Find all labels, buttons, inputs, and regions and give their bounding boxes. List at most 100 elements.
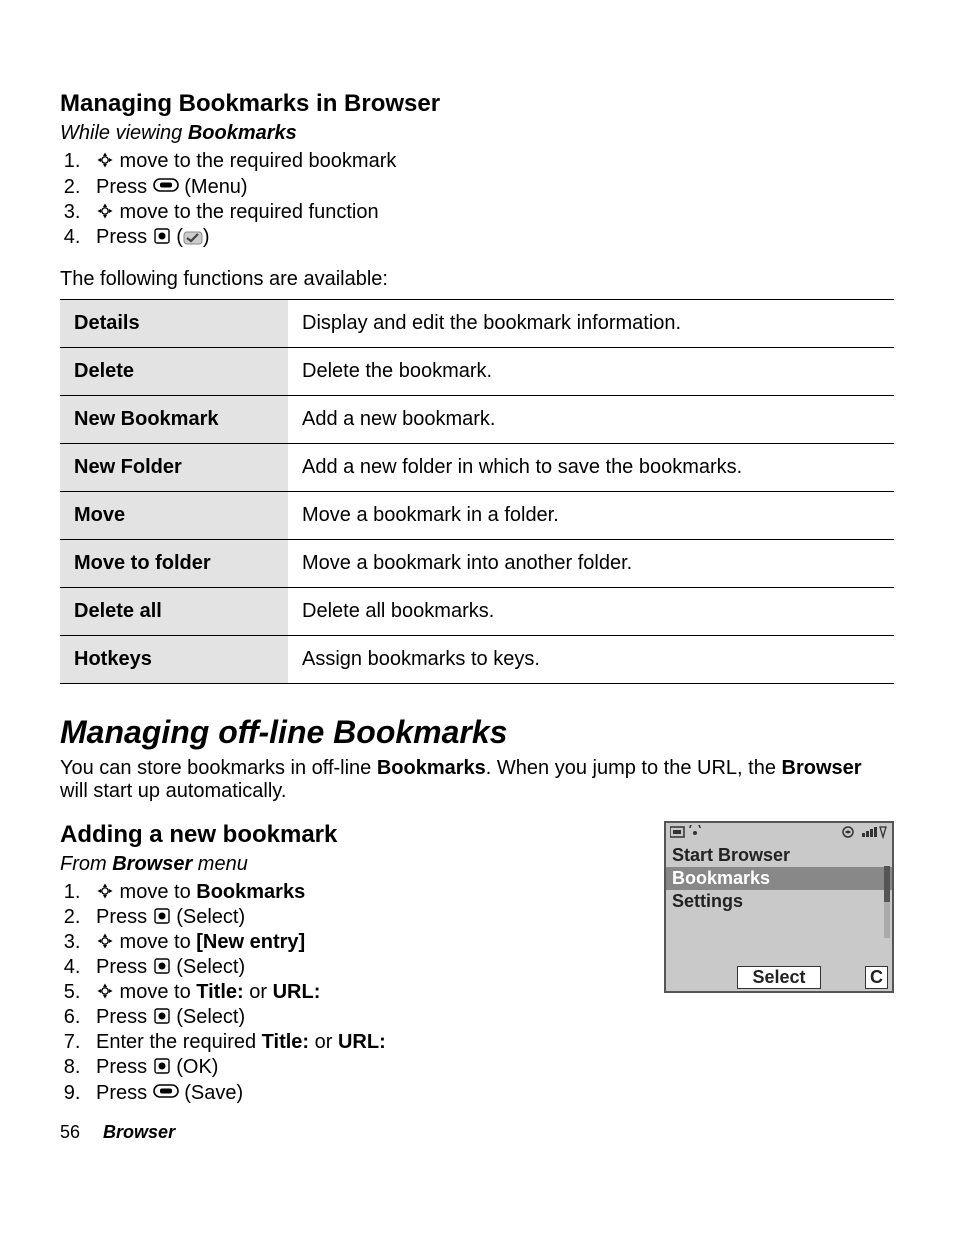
center-key-icon <box>153 907 171 925</box>
function-desc: Assign bookmarks to keys. <box>288 636 894 684</box>
text: Press <box>96 226 153 248</box>
text: (OK) <box>171 1056 219 1078</box>
text: move to <box>114 981 196 1003</box>
softkey-bar: Select C <box>666 964 892 991</box>
text: move to the required bookmark <box>114 150 396 172</box>
center-key-icon <box>153 227 171 245</box>
text-bold: [New entry] <box>196 931 305 953</box>
step: Press (Save) <box>86 1080 634 1106</box>
text: will start up automatically. <box>60 780 286 802</box>
step: move to Bookmarks <box>86 880 634 905</box>
function-name: New Folder <box>60 444 288 492</box>
phone-menu-item: Settings <box>666 890 892 913</box>
function-name: Move <box>60 492 288 540</box>
nav-icon <box>96 151 114 169</box>
text: (Menu) <box>179 176 248 198</box>
phone-menu-item: Bookmarks <box>666 867 892 890</box>
function-desc: Move a bookmark into another folder. <box>288 540 894 588</box>
softkey-c: C <box>865 966 888 989</box>
nav-icon <box>96 932 114 950</box>
nav-icon <box>96 882 114 900</box>
text: While viewing <box>60 122 188 144</box>
text-bold: Browser <box>112 853 192 875</box>
function-desc: Delete all bookmarks. <box>288 588 894 636</box>
nav-icon <box>96 982 114 1000</box>
text: move to <box>114 931 196 953</box>
function-desc: Add a new bookmark. <box>288 396 894 444</box>
function-desc: Add a new folder in which to save the bo… <box>288 444 894 492</box>
menu-key-icon <box>153 1081 179 1101</box>
center-key-icon <box>153 957 171 975</box>
step: Press (Select) <box>86 905 634 930</box>
text: . When you jump to the URL, the <box>486 757 782 779</box>
text-bold: Bookmarks <box>196 881 305 903</box>
table-row: Delete allDelete all bookmarks. <box>60 588 894 636</box>
functions-intro: The following functions are available: <box>60 268 894 291</box>
function-name: Hotkeys <box>60 636 288 684</box>
page-footer: 56 Browser <box>60 1122 894 1143</box>
table-row: HotkeysAssign bookmarks to keys. <box>60 636 894 684</box>
text: Press <box>96 1056 153 1078</box>
text-bold: Bookmarks <box>188 122 297 144</box>
text: (Select) <box>171 1006 245 1028</box>
function-name: Delete all <box>60 588 288 636</box>
text-bold: URL: <box>273 981 321 1003</box>
footer-section: Browser <box>103 1122 175 1142</box>
function-name: New Bookmark <box>60 396 288 444</box>
table-row: Move to folderMove a bookmark into anoth… <box>60 540 894 588</box>
text: Press <box>96 1006 153 1028</box>
softkey-select: Select <box>737 966 820 989</box>
status-left-icons <box>670 825 706 842</box>
function-name: Details <box>60 300 288 348</box>
text: Press <box>96 176 153 198</box>
text: or <box>244 981 273 1003</box>
text: move to the required function <box>114 201 379 223</box>
step: move to [New entry] <box>86 930 634 955</box>
nav-icon <box>96 202 114 220</box>
heading-managing-bookmarks-in-browser: Managing Bookmarks in Browser <box>60 90 894 118</box>
step: move to the required function <box>86 200 894 225</box>
text: Press <box>96 1082 153 1104</box>
table-row: MoveMove a bookmark in a folder. <box>60 492 894 540</box>
scrollbar <box>884 866 890 938</box>
center-key-icon <box>153 1007 171 1025</box>
function-desc: Delete the bookmark. <box>288 348 894 396</box>
steps-list-1: move to the required bookmark Press (Men… <box>60 149 894 250</box>
table-row: New BookmarkAdd a new bookmark. <box>60 396 894 444</box>
text-bold: Bookmarks <box>377 757 486 779</box>
text: Press <box>96 956 153 978</box>
text-bold: Title: <box>196 981 243 1003</box>
status-right-icons <box>840 825 888 842</box>
text: (Select) <box>171 956 245 978</box>
function-name: Delete <box>60 348 288 396</box>
center-key-icon <box>153 1057 171 1075</box>
subhead-while-viewing-bookmarks: While viewing Bookmarks <box>60 122 894 145</box>
functions-table: DetailsDisplay and edit the bookmark inf… <box>60 299 894 684</box>
status-bar <box>666 823 892 844</box>
step: move to Title: or URL: <box>86 980 634 1005</box>
table-row: DetailsDisplay and edit the bookmark inf… <box>60 300 894 348</box>
check-icon <box>183 231 203 245</box>
text: (Select) <box>171 906 245 928</box>
function-desc: Move a bookmark in a folder. <box>288 492 894 540</box>
text: Enter the required <box>96 1031 262 1053</box>
function-desc: Display and edit the bookmark informatio… <box>288 300 894 348</box>
page-number: 56 <box>60 1122 80 1142</box>
step: Press (Select) <box>86 955 634 980</box>
subhead-from-browser-menu: From Browser menu <box>60 853 634 876</box>
heading-managing-offline-bookmarks: Managing off-line Bookmarks <box>60 714 894 751</box>
table-row: DeleteDelete the bookmark. <box>60 348 894 396</box>
step: move to the required bookmark <box>86 149 894 174</box>
heading-adding-new-bookmark: Adding a new bookmark <box>60 821 634 849</box>
offline-bookmarks-para: You can store bookmarks in off-line Book… <box>60 757 894 803</box>
text-bold: Browser <box>782 757 862 779</box>
table-row: New FolderAdd a new folder in which to s… <box>60 444 894 492</box>
steps-list-2: move to BookmarksPress (Select) move to … <box>60 880 634 1106</box>
text: (Save) <box>179 1082 243 1104</box>
step: Enter the required Title: or URL: <box>86 1030 634 1055</box>
text: Press <box>96 906 153 928</box>
step: Press (Select) <box>86 1005 634 1030</box>
function-name: Move to folder <box>60 540 288 588</box>
menu-key-icon <box>153 175 179 195</box>
step: Press (OK) <box>86 1055 634 1080</box>
